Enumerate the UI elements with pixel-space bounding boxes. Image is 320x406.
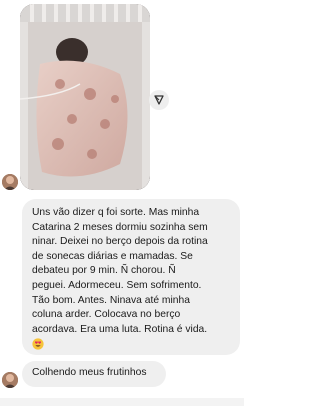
message-text: Colhendo meus frutinhos [32,367,147,378]
message-line: de sonecas diárias e mamadas. Se [32,250,193,262]
message-line: acordava. Era uma luta. Rotina é vida. [32,323,208,335]
avatar[interactable] [2,174,18,190]
message-bubble[interactable]: Uns vão dizer q foi sorte. Mas minha Cat… [22,199,240,355]
shared-photo[interactable] [20,4,150,190]
profile-picture [2,174,18,190]
share-button[interactable] [149,90,169,110]
profile-picture [2,372,18,388]
message-line: debateu por 9 min. Ñ chorou. Ñ [32,265,176,277]
message-line: Tão bom. Antes. Ninava até minha [32,294,190,306]
send-arrow-icon [154,95,164,105]
message-bubble[interactable]: Colhendo meus frutinhos [22,361,166,387]
avatar[interactable] [2,372,18,388]
heart-eyes-emoji [32,338,44,350]
message-line: coluna arder. Colocava no berço [32,309,181,321]
message-line: peguei. Adormeceu. Sem sofrimento. [32,279,202,291]
message-line: Catarina 2 meses dormiu sozinha sem [32,221,208,233]
bottom-edge [0,398,244,406]
message-line: Uns vão dizer q foi sorte. Mas minha [32,207,200,218]
baby-crib-photo [20,4,150,190]
message-line: ninar. Deixei no berço depois da rotina [32,236,208,248]
